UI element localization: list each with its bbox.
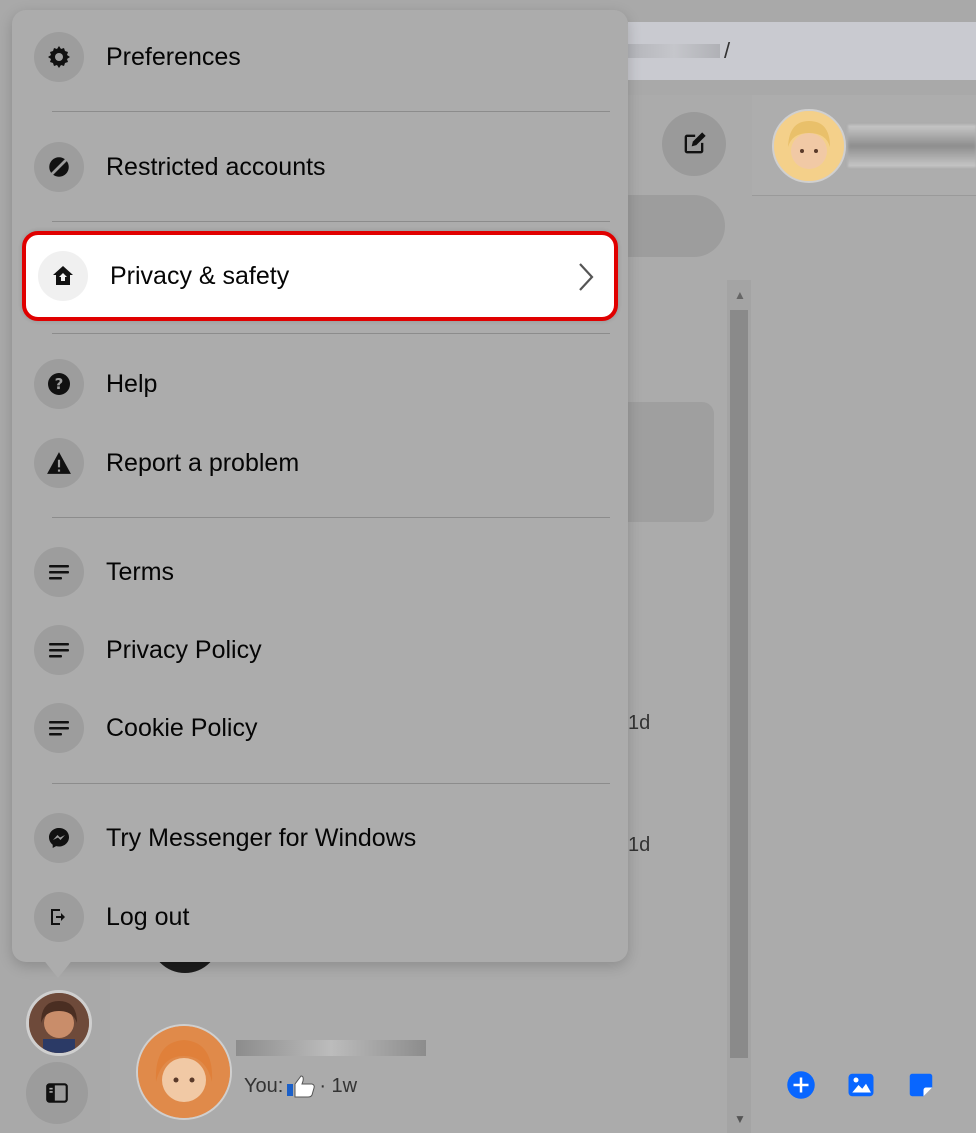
conversation-name-blurred [848, 125, 976, 167]
menu-item-label: Preferences [106, 42, 241, 71]
conversation-preview: You: · 1w [244, 1074, 357, 1098]
menu-item-label: Try Messenger for Windows [106, 823, 417, 852]
plus-circle-icon [787, 1071, 815, 1099]
menu-item-label: Restricted accounts [106, 152, 326, 181]
privacy-house-icon [38, 251, 88, 301]
composer-actions [786, 1070, 936, 1100]
compose-button[interactable] [662, 112, 726, 176]
menu-item-label: Report a problem [106, 448, 300, 477]
address-blurred-text [628, 44, 720, 58]
profile-avatar[interactable] [26, 990, 92, 1056]
preview-prefix: You: [244, 1074, 284, 1097]
menu-item-privacy-safety[interactable]: Privacy & safety [22, 231, 618, 321]
help-icon: ? [34, 359, 84, 409]
svg-text:?: ? [55, 375, 64, 393]
chat-timestamp: 1d [628, 834, 651, 856]
menu-pointer-arrow [42, 958, 74, 978]
conversation-column [752, 95, 976, 1133]
sidebar-toggle-icon [46, 1083, 68, 1103]
menu-item-label: Log out [106, 902, 190, 931]
compose-icon [684, 132, 706, 154]
settings-menu: Preferences Restricted accounts ? Help R… [12, 10, 628, 962]
menu-item-cookie-policy[interactable]: Cookie Policy [34, 695, 628, 761]
menu-item-privacy-policy[interactable]: Privacy Policy [34, 617, 628, 683]
warning-icon [34, 438, 84, 488]
menu-item-terms[interactable]: Terms [34, 539, 628, 605]
conversation-header [752, 95, 976, 196]
menu-item-label: Cookie Policy [106, 713, 258, 742]
thumbs-up-icon [287, 1075, 316, 1098]
chevron-right-icon [579, 263, 594, 291]
lines-icon [34, 547, 84, 597]
menu-item-label: Terms [106, 557, 175, 586]
sticker-icon [909, 1073, 933, 1097]
menu-divider [52, 517, 610, 518]
chat-timestamp: 1d [628, 712, 651, 734]
menu-item-try-messenger-windows[interactable]: Try Messenger for Windows [34, 805, 628, 871]
image-icon [848, 1073, 874, 1097]
menu-divider [52, 221, 610, 222]
menu-item-report-problem[interactable]: Report a problem [34, 430, 628, 496]
sidebar-toggle-button[interactable] [26, 1062, 88, 1124]
photo-button[interactable] [846, 1070, 876, 1100]
sticker-button[interactable] [906, 1070, 936, 1100]
menu-item-preferences[interactable]: Preferences [34, 24, 628, 90]
conversation-header-avatar[interactable] [772, 109, 846, 183]
menu-divider [52, 783, 610, 784]
search-field-background[interactable] [612, 195, 725, 257]
restricted-icon [34, 142, 84, 192]
menu-item-label: Help [106, 369, 158, 398]
scroll-up-arrow-icon[interactable]: ▲ [734, 288, 746, 302]
menu-divider [52, 333, 610, 334]
lines-icon [34, 703, 84, 753]
messenger-icon [34, 813, 84, 863]
menu-item-label: Privacy & safety [110, 261, 290, 290]
gear-icon [34, 32, 84, 82]
menu-divider [52, 111, 610, 112]
address-fragment: / [724, 38, 731, 63]
menu-item-help[interactable]: ? Help [34, 351, 628, 417]
lines-icon [34, 625, 84, 675]
scrollbar-thumb[interactable] [730, 310, 748, 1058]
add-button[interactable] [786, 1070, 816, 1100]
preview-suffix: · 1w [319, 1074, 358, 1097]
menu-item-log-out[interactable]: Log out [34, 884, 628, 950]
menu-item-label: Privacy Policy [106, 635, 262, 664]
logout-icon [34, 892, 84, 942]
conversation-name-blurred [236, 1040, 426, 1056]
menu-item-restricted-accounts[interactable]: Restricted accounts [34, 134, 628, 200]
conversation-avatar[interactable] [136, 1024, 232, 1120]
scroll-down-arrow-icon[interactable]: ▼ [734, 1112, 746, 1126]
address-bar: / [628, 22, 976, 80]
